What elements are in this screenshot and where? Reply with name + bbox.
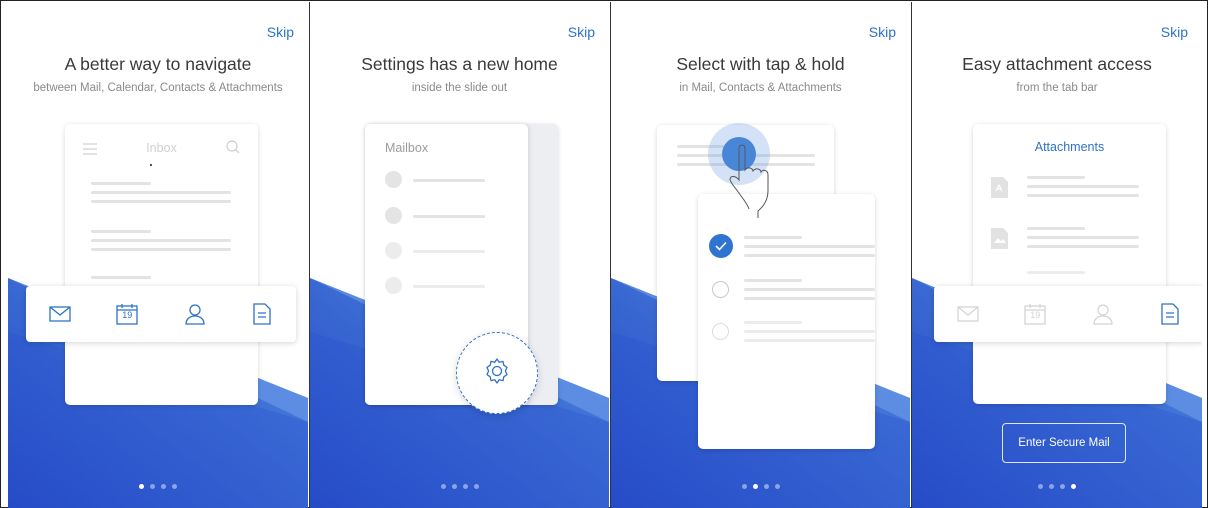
placeholder-line xyxy=(744,321,802,324)
onboarding-strip: Skip A better way to navigate between Ma… xyxy=(0,0,1208,508)
page-dot[interactable] xyxy=(139,484,144,489)
skip-button[interactable]: Skip xyxy=(568,24,595,40)
page-dot[interactable] xyxy=(451,484,457,489)
placeholder-line xyxy=(1027,194,1139,197)
placeholder-line xyxy=(1027,245,1139,248)
page-indicator xyxy=(912,476,1202,494)
placeholder-line xyxy=(744,288,875,291)
tab-bar: 19 xyxy=(934,286,1202,342)
card-title: Mailbox xyxy=(385,141,429,155)
placeholder-line xyxy=(744,339,875,342)
page-dot[interactable] xyxy=(1038,484,1043,489)
placeholder-line xyxy=(91,191,231,194)
placeholder-line xyxy=(744,297,875,300)
page-dot[interactable] xyxy=(1049,484,1054,489)
placeholder-line xyxy=(91,200,231,203)
enter-secure-mail-button[interactable]: Enter Secure Mail xyxy=(1002,423,1126,463)
gear-icon xyxy=(483,357,511,390)
placeholder-line xyxy=(744,254,875,257)
onboarding-page-attachments: Skip Easy attachment access from the tab… xyxy=(911,2,1202,508)
page-title: A better way to navigate xyxy=(64,54,252,74)
page-dot[interactable] xyxy=(161,484,166,489)
document-icon[interactable] xyxy=(1155,299,1185,329)
placeholder-line xyxy=(91,230,151,233)
card-title: Attachments xyxy=(1034,140,1105,154)
image-icon xyxy=(991,228,1008,254)
tap-hand-icon xyxy=(729,142,795,225)
placeholder-line xyxy=(744,245,875,248)
document-icon[interactable] xyxy=(247,299,277,329)
placeholder-line xyxy=(91,182,151,185)
folder-avatar xyxy=(385,242,402,259)
page-dot[interactable] xyxy=(172,484,177,489)
radio-icon[interactable] xyxy=(712,281,729,298)
contacts-icon[interactable] xyxy=(180,299,210,329)
placeholder-line xyxy=(1027,176,1085,179)
settings-spotlight[interactable] xyxy=(456,332,538,414)
page-dot[interactable] xyxy=(462,484,468,489)
placeholder-line xyxy=(413,215,485,218)
placeholder-line xyxy=(1027,185,1139,188)
onboarding-page-settings: Skip Settings has a new home inside the … xyxy=(309,2,609,508)
page-dot[interactable] xyxy=(1060,484,1065,489)
placeholder-line xyxy=(413,179,485,182)
placeholder-line xyxy=(1027,227,1085,230)
onboarding-page-select: Skip Select with tap & hold in Mail, Con… xyxy=(610,2,910,508)
page-dot[interactable] xyxy=(752,484,758,489)
folder-avatar xyxy=(385,207,402,224)
calendar-day: 19 xyxy=(1030,310,1041,320)
page-indicator xyxy=(8,476,308,494)
attachments-card: Attachments xyxy=(973,124,1166,404)
page-indicator xyxy=(611,476,910,494)
page-indicator xyxy=(310,476,609,494)
page-subtitle: in Mail, Contacts & Attachments xyxy=(679,82,842,94)
page-subtitle: from the tab bar xyxy=(1016,82,1098,94)
page-subtitle: inside the slide out xyxy=(411,82,508,94)
mail-icon[interactable] xyxy=(953,299,983,329)
tab-bar: 19 xyxy=(26,286,296,342)
selection-list-card xyxy=(698,194,875,449)
placeholder-line xyxy=(1027,271,1085,274)
folder-avatar xyxy=(385,277,402,294)
placeholder-line xyxy=(413,285,485,288)
skip-button[interactable]: Skip xyxy=(267,24,294,40)
placeholder-line xyxy=(744,236,802,239)
placeholder-line xyxy=(413,250,485,253)
placeholder-line xyxy=(91,239,231,242)
folder-avatar xyxy=(385,171,402,188)
mail-icon[interactable] xyxy=(45,299,75,329)
page-dot[interactable] xyxy=(440,484,446,489)
page-title: Settings has a new home xyxy=(361,54,558,74)
page-dot[interactable] xyxy=(741,484,747,489)
page-dot[interactable] xyxy=(150,484,155,489)
inbox-card: Inbox xyxy=(65,124,258,405)
calendar-day: 19 xyxy=(122,310,133,320)
placeholder-line xyxy=(744,279,802,282)
page-dot[interactable] xyxy=(774,484,780,489)
search-icon xyxy=(226,140,240,159)
skip-button[interactable]: Skip xyxy=(869,24,896,40)
onboarding-page-navigate: Skip A better way to navigate between Ma… xyxy=(8,2,308,508)
radio-icon[interactable] xyxy=(712,323,729,340)
page-subtitle: between Mail, Calendar, Contacts & Attac… xyxy=(33,82,283,94)
calendar-icon[interactable]: 19 xyxy=(1020,299,1050,329)
page-title: Select with tap & hold xyxy=(676,54,845,74)
placeholder-line xyxy=(1027,236,1139,239)
placeholder-line xyxy=(91,248,231,251)
calendar-icon[interactable]: 19 xyxy=(112,299,142,329)
page-dot[interactable] xyxy=(473,484,479,489)
checkmark-icon[interactable] xyxy=(709,234,733,258)
page-dot[interactable] xyxy=(1071,484,1076,489)
contacts-icon[interactable] xyxy=(1088,299,1118,329)
skip-button[interactable]: Skip xyxy=(1161,24,1188,40)
pdf-icon xyxy=(991,177,1008,203)
page-title: Easy attachment access xyxy=(962,54,1152,74)
placeholder-line xyxy=(744,330,875,333)
cursor-dot xyxy=(150,164,152,166)
placeholder-line xyxy=(91,276,151,279)
page-dot[interactable] xyxy=(763,484,769,489)
